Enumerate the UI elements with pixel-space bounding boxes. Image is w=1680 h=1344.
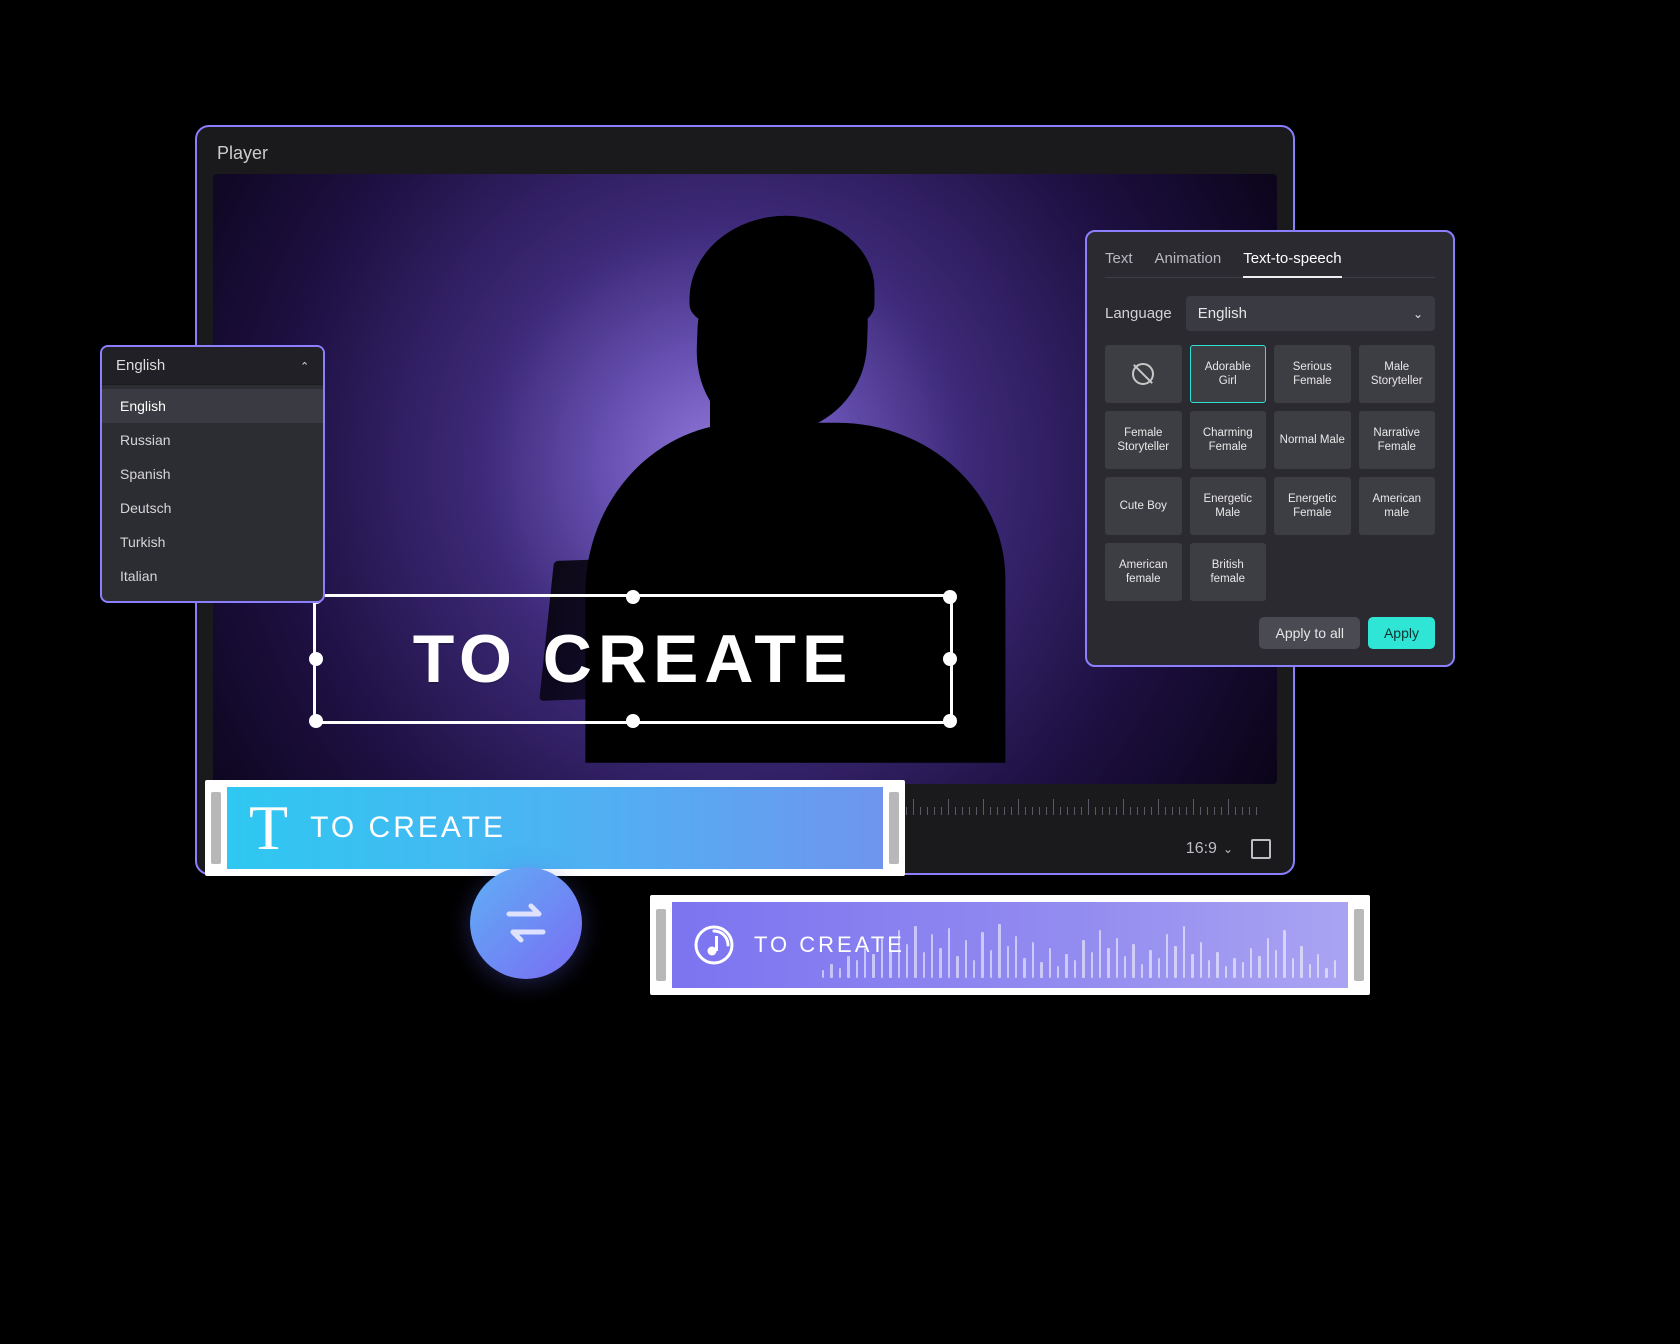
clip-handle-right[interactable] [889, 792, 899, 864]
aspect-ratio-select[interactable]: 16:9 ⌄ [1186, 840, 1233, 858]
fullscreen-icon[interactable] [1251, 839, 1271, 859]
language-option[interactable]: Deutsch [102, 491, 323, 525]
audio-clip-label: TO CREATE [754, 932, 905, 958]
language-option[interactable]: Turkish [102, 525, 323, 559]
tts-actions: Apply to all Apply [1105, 617, 1435, 649]
swap-arrows-icon [495, 892, 557, 954]
language-select-header[interactable]: English ⌄ [102, 347, 323, 385]
voice-option[interactable]: Energetic Male [1190, 477, 1267, 535]
language-option[interactable]: Russian [102, 423, 323, 457]
voice-option[interactable]: Adorable Girl [1190, 345, 1267, 403]
voice-option[interactable]: Female Storyteller [1105, 411, 1182, 469]
text-icon: T [249, 796, 288, 860]
tts-tab[interactable]: Text-to-speech [1243, 250, 1341, 267]
none-icon [1132, 363, 1154, 385]
voice-option[interactable]: Charming Female [1190, 411, 1267, 469]
language-options-list: EnglishRussianSpanishDeutschTurkishItali… [102, 385, 323, 601]
music-icon [692, 923, 736, 967]
voice-option[interactable]: American male [1359, 477, 1436, 535]
text-timeline-clip[interactable]: T TO CREATE [205, 780, 905, 876]
caption-text: TO CREATE [316, 597, 950, 721]
clip-handle-right[interactable] [1354, 909, 1364, 981]
tts-language-label: Language [1105, 305, 1172, 322]
clip-handle-left[interactable] [211, 792, 221, 864]
voice-grid: Adorable GirlSerious FemaleMale Storytel… [1105, 345, 1435, 601]
language-option[interactable]: Italian [102, 559, 323, 593]
apply-button[interactable]: Apply [1368, 617, 1435, 649]
player-title: Player [197, 127, 1293, 174]
voice-option[interactable]: Serious Female [1274, 345, 1351, 403]
voice-option[interactable]: British female [1190, 543, 1267, 601]
tts-language-row: Language English ⌄ [1105, 296, 1435, 331]
tts-tabs: Text Animation Text-to-speech [1105, 250, 1435, 278]
tts-language-select[interactable]: English ⌄ [1186, 296, 1435, 331]
voice-option[interactable]: Energetic Female [1274, 477, 1351, 535]
tts-language-value: English [1198, 305, 1247, 322]
chevron-up-icon: ⌄ [300, 359, 309, 372]
text-to-speech-panel: Text Animation Text-to-speech Language Eng… [1085, 230, 1455, 667]
voice-option[interactable]: Narrative Female [1359, 411, 1436, 469]
language-option[interactable]: English [102, 389, 323, 423]
chevron-down-icon: ⌄ [1413, 307, 1423, 321]
voice-none[interactable] [1105, 345, 1182, 403]
language-option[interactable]: Spanish [102, 457, 323, 491]
tts-tab[interactable]: Animation [1155, 250, 1222, 267]
clip-handle-left[interactable] [656, 909, 666, 981]
voice-option[interactable]: American female [1105, 543, 1182, 601]
chevron-down-icon: ⌄ [1223, 842, 1233, 856]
composite-stage: Player TO CREATE [195, 125, 1295, 875]
audio-clip-content: TO CREATE [672, 902, 1348, 988]
voice-option[interactable]: Normal Male [1274, 411, 1351, 469]
apply-to-all-button[interactable]: Apply to all [1259, 617, 1359, 649]
caption-text-box-selected[interactable]: TO CREATE [313, 594, 953, 724]
tts-tab[interactable]: Text [1105, 250, 1133, 267]
voice-option[interactable]: Male Storyteller [1359, 345, 1436, 403]
voice-option[interactable]: Cute Boy [1105, 477, 1182, 535]
language-dropdown-panel: English ⌄ EnglishRussianSpanishDeutschTu… [100, 345, 325, 603]
language-selected-value: English [116, 357, 165, 374]
aspect-ratio-value: 16:9 [1186, 840, 1217, 858]
text-clip-label: TO CREATE [310, 811, 506, 845]
convert-swap-button[interactable] [470, 867, 582, 979]
audio-timeline-clip[interactable]: TO CREATE [650, 895, 1370, 995]
text-clip-content: T TO CREATE [227, 787, 883, 869]
